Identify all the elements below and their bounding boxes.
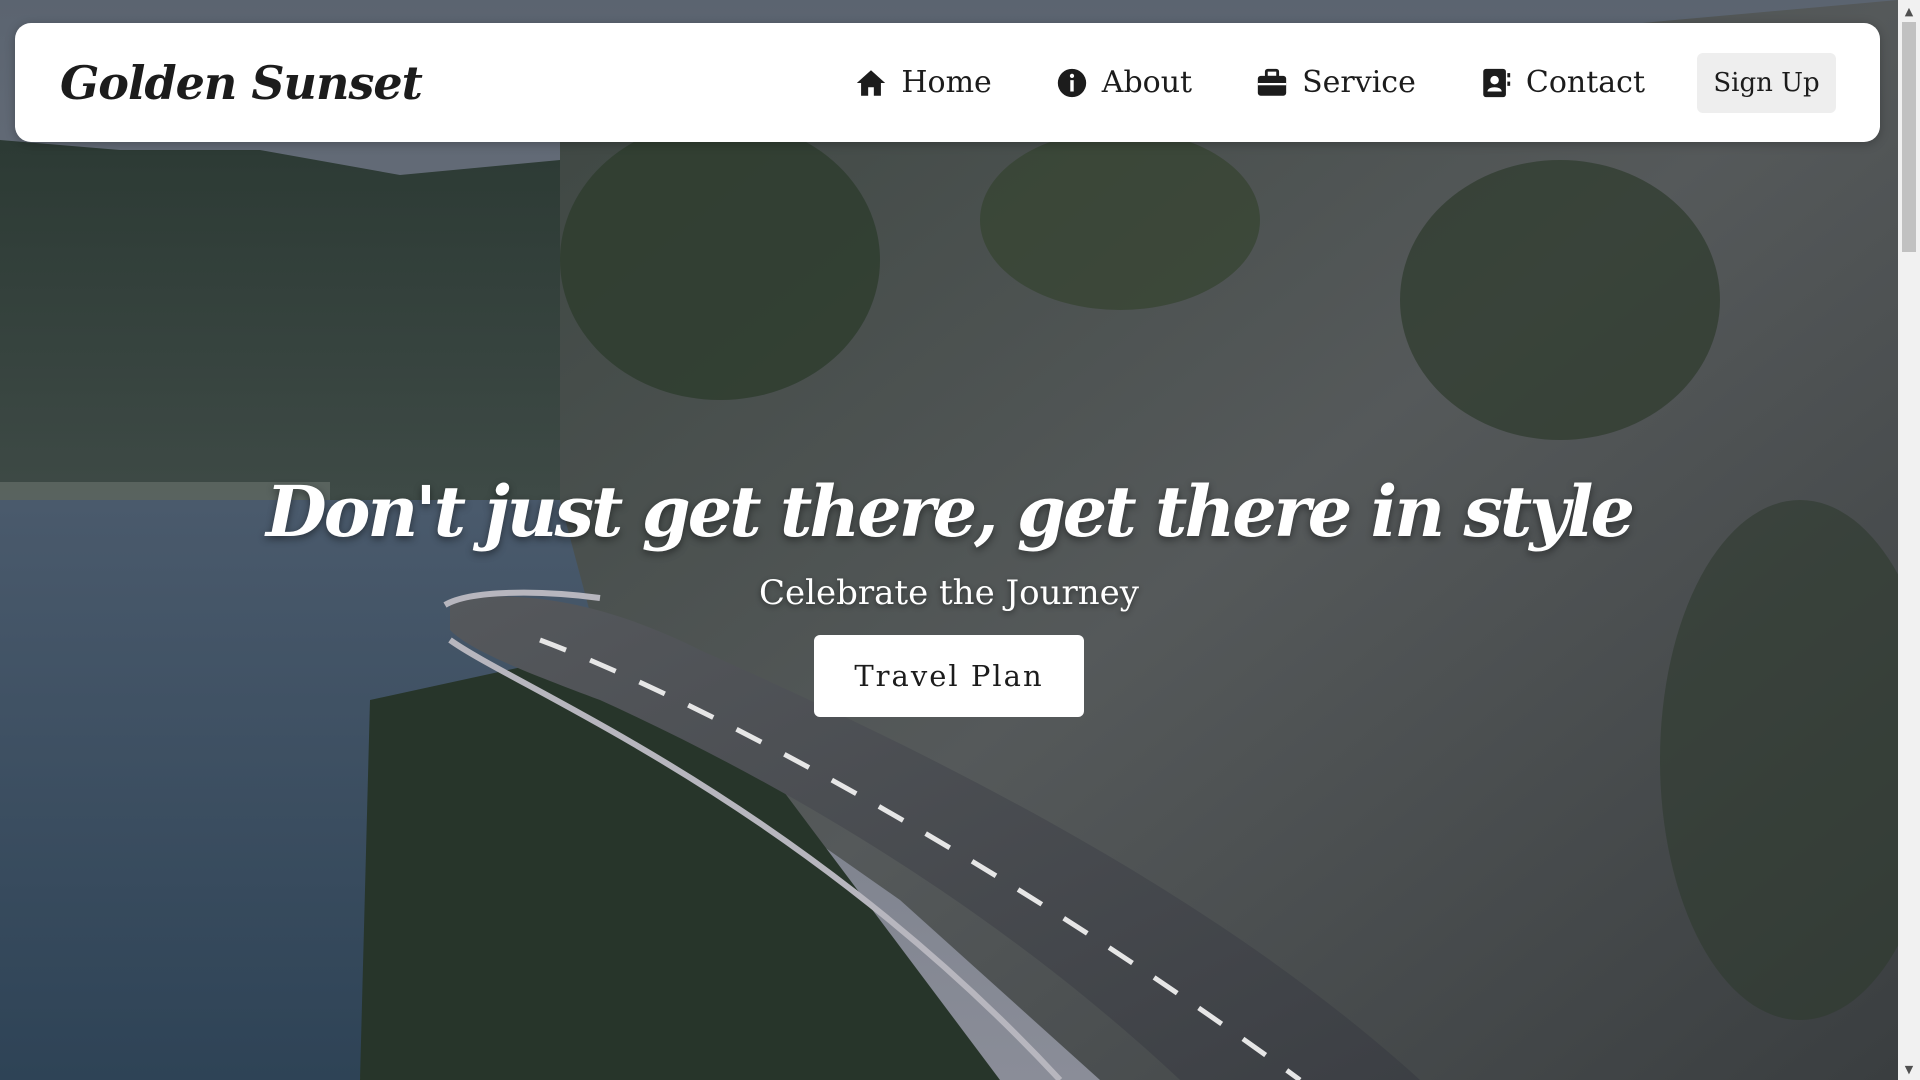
top-navbar: Golden Sunset Home About Service Contact <box>15 23 1880 142</box>
hero-title: Don't just get there, get there in style <box>266 470 1635 553</box>
nav-links: Home About Service Contact Sign Up <box>853 52 1836 113</box>
nav-item-service[interactable]: Service <box>1254 65 1416 101</box>
briefcase-icon <box>1254 65 1290 101</box>
home-icon <box>853 65 889 101</box>
nav-item-label: Home <box>901 65 992 100</box>
page-scrollbar[interactable]: ▲ ▼ <box>1898 0 1920 1080</box>
hero-subtitle: Celebrate the Journey <box>759 573 1139 613</box>
scroll-down-arrow-icon[interactable]: ▼ <box>1898 1058 1920 1080</box>
nav-item-home[interactable]: Home <box>853 65 992 101</box>
scroll-up-arrow-icon[interactable]: ▲ <box>1898 0 1920 22</box>
scroll-thumb[interactable] <box>1902 22 1916 252</box>
sign-up-button[interactable]: Sign Up <box>1697 52 1836 113</box>
nav-item-about[interactable]: About <box>1054 65 1192 101</box>
info-icon <box>1054 65 1090 101</box>
travel-plan-button[interactable]: Travel Plan <box>814 635 1084 717</box>
contact-card-icon <box>1478 65 1514 101</box>
nav-item-label: Service <box>1302 65 1416 100</box>
brand-logo[interactable]: Golden Sunset <box>60 56 423 110</box>
nav-item-label: Contact <box>1525 65 1645 100</box>
nav-item-contact[interactable]: Contact <box>1478 65 1645 101</box>
hero-section: Don't just get there, get there in style… <box>0 470 1898 717</box>
nav-item-label: About <box>1101 65 1193 100</box>
